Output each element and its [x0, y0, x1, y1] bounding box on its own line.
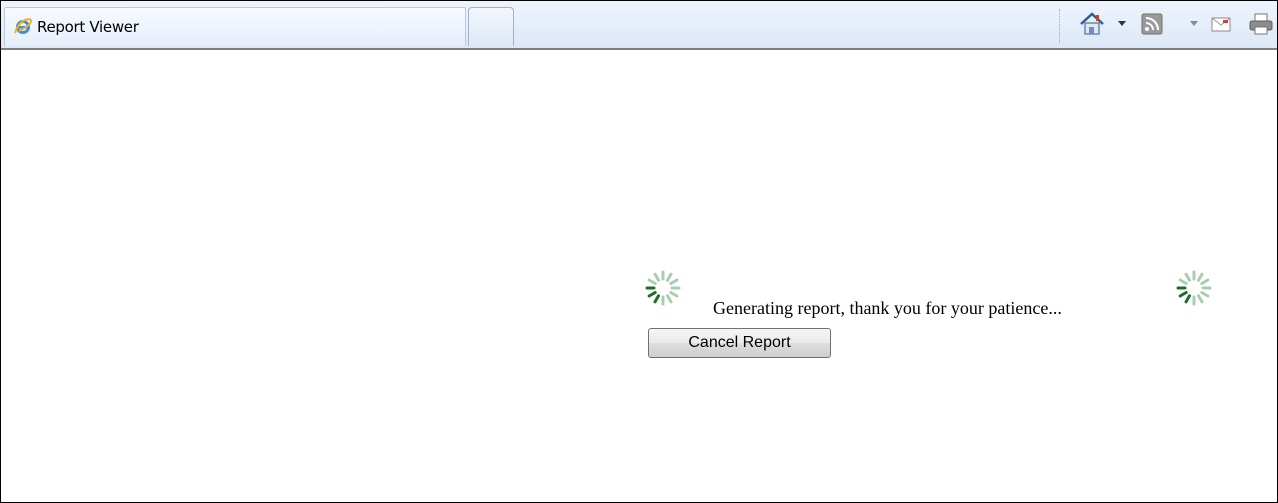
browser-tab-bar: Report Viewer [1, 1, 1277, 50]
print-button[interactable] [1248, 11, 1274, 37]
rss-feed-icon [1141, 13, 1163, 35]
feeds-button[interactable] [1141, 11, 1167, 37]
home-button[interactable] [1078, 11, 1108, 37]
toolbar-separator [1059, 9, 1060, 43]
home-icon [1080, 12, 1104, 35]
cancel-report-button[interactable]: Cancel Report [648, 328, 831, 358]
chevron-down-icon [1118, 21, 1126, 26]
tab-title: Report Viewer [37, 18, 139, 36]
chevron-down-icon [1190, 21, 1198, 26]
mail-icon [1211, 17, 1231, 32]
mail-button[interactable] [1210, 11, 1234, 37]
loading-spinner-icon [1176, 270, 1212, 306]
loading-panel: Generating report, thank you for your pa… [645, 268, 1265, 318]
tab-report-viewer[interactable]: Report Viewer [4, 7, 466, 46]
feeds-dropdown[interactable] [1187, 11, 1201, 37]
print-icon [1249, 13, 1273, 35]
ie-icon [14, 18, 33, 34]
home-dropdown[interactable] [1115, 11, 1129, 37]
loading-message: Generating report, thank you for your pa… [713, 298, 1062, 318]
new-tab-button[interactable] [468, 7, 514, 46]
loading-spinner-icon [645, 270, 681, 306]
browser-window: Report Viewer [0, 0, 1278, 503]
